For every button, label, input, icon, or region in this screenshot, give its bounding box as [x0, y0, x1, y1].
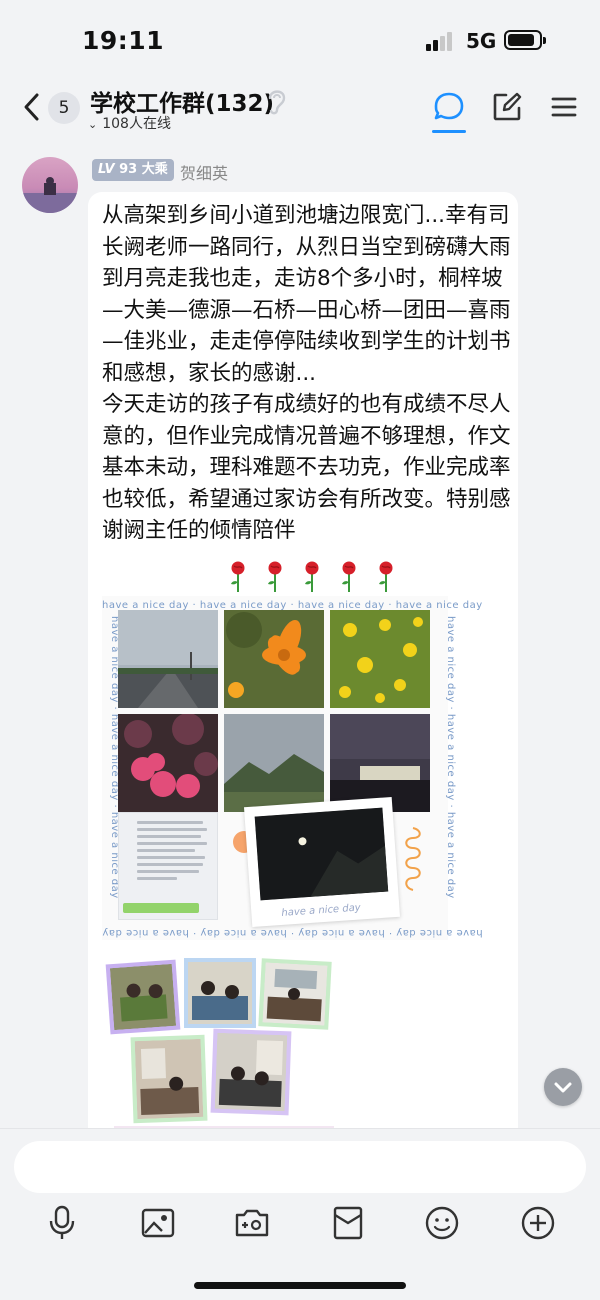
input-toolbar: [0, 1203, 600, 1251]
photo-frame: [130, 1034, 208, 1124]
active-tab-indicator: [432, 130, 466, 133]
rose-emoji-icon: [342, 561, 356, 592]
plus-icon[interactable]: [518, 1203, 558, 1243]
photo-collage-2[interactable]: [102, 946, 334, 1152]
home-indicator: [194, 1282, 406, 1289]
polaroid-photo: have a nice day: [243, 796, 401, 928]
emoji-icon[interactable]: [422, 1203, 462, 1243]
rose-emoji-icon: [231, 561, 245, 592]
online-status[interactable]: ⌄ 108人在线: [88, 113, 171, 133]
network-type: 5G: [466, 29, 497, 53]
collage-border-text: have a nice day · have a nice day · have…: [102, 927, 483, 938]
input-area: [0, 1128, 600, 1300]
message-bubble[interactable]: 从高架到乡间小道到池塘边限宽门...幸有司长阙老师一路同行，从烈日当空到磅礴大雨…: [88, 192, 518, 1152]
signal-icon: [426, 31, 458, 51]
mountain-photo: [224, 714, 324, 812]
level-badge: LV 93 大乘: [92, 159, 174, 181]
camera-icon[interactable]: [232, 1203, 272, 1243]
scroll-to-bottom-button[interactable]: [544, 1068, 582, 1106]
message-text: 从高架到乡间小道到池塘边限宽门...幸有司长阙老师一路同行，从烈日当空到磅礴大雨…: [102, 203, 511, 543]
clock: 19:11: [82, 26, 165, 55]
spiral-decoration-icon: [405, 827, 421, 891]
chat-header: 5 学校工作群(132) ⌄ 108人在线: [0, 78, 600, 138]
road-photo: [118, 610, 218, 708]
sender-name[interactable]: 贺细英: [180, 160, 228, 184]
image-icon[interactable]: [138, 1203, 178, 1243]
status-bar: 19:11 5G: [0, 0, 600, 78]
rose-emoji-icon: [268, 561, 282, 592]
photo-frame: [105, 959, 181, 1035]
menu-icon[interactable]: [547, 90, 581, 124]
red-packet-icon[interactable]: [328, 1203, 368, 1243]
avatar-image: [22, 157, 78, 213]
photo-frame: [210, 1028, 292, 1116]
chat-bubble-icon[interactable]: [432, 90, 466, 124]
chat-screenshot: [118, 812, 218, 920]
back-icon[interactable]: [18, 90, 46, 124]
chevron-down-icon: ⌄: [88, 118, 98, 131]
photo-frame: [258, 958, 332, 1030]
battery-icon: [504, 30, 546, 50]
message-input[interactable]: [14, 1141, 586, 1193]
yellow-flowers-photo: [330, 610, 430, 708]
edit-icon[interactable]: [490, 90, 524, 124]
unread-badge[interactable]: 5: [48, 92, 80, 124]
pink-flower-photo: [118, 714, 218, 812]
chevron-down-icon: [554, 1082, 572, 1093]
collage-border-text: have a nice day · have a nice day · have…: [445, 616, 456, 899]
rose-emoji-icon: [379, 561, 393, 592]
online-count: 108人在线: [102, 116, 171, 132]
rose-emoji-icon: [305, 561, 319, 592]
level-title: 大乘: [141, 162, 168, 177]
microphone-icon[interactable]: [42, 1203, 82, 1243]
photo-collage-1[interactable]: have a nice day · have a nice day · have…: [102, 596, 483, 940]
level-label: LV: [98, 162, 115, 177]
sender-avatar[interactable]: [22, 157, 78, 213]
level-number: 93: [119, 162, 138, 177]
photo-frame: [184, 958, 256, 1028]
orange-flower-photo: [224, 610, 324, 708]
rose-emoji-row: [228, 560, 408, 594]
polaroid-caption: have a nice day: [281, 902, 362, 919]
earphone-icon: [268, 90, 286, 115]
